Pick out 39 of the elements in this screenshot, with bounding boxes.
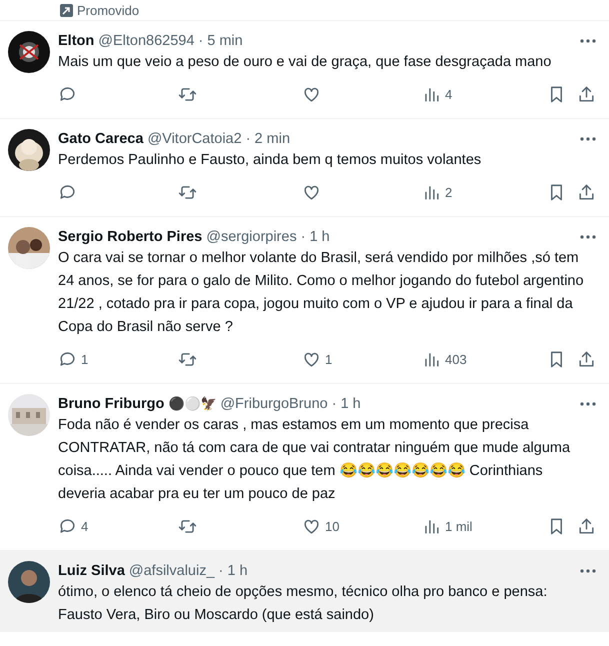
- author-name[interactable]: Bruno Friburgo: [58, 394, 164, 414]
- reply-icon[interactable]: [58, 84, 77, 104]
- author-handle[interactable]: @FriburgoBruno: [220, 394, 328, 414]
- reply-icon[interactable]: [58, 350, 77, 368]
- author-name[interactable]: Gato Careca: [58, 129, 144, 149]
- post-time[interactable]: · 2 min: [246, 129, 290, 149]
- like-count: 10: [325, 518, 340, 534]
- author-handle[interactable]: @sergiorpires: [206, 227, 297, 247]
- reply-count: 4: [81, 518, 88, 534]
- tweet-text: Foda não é vender os caras , mas estamos em um momento que precisa CONTRATAR, não tá com cara de que vai contratar ninguém que mude alguma coisa..... Ainda vai vender o pouco que tem 😂😂😂😂😂😂😂 Corinthians deveria acabar pra eu ter um pouco de paz: [58, 416, 572, 504]
- author-name[interactable]: Luiz Silva: [58, 561, 125, 581]
- share-icon[interactable]: [577, 84, 596, 104]
- name-emoji: ⚫⚪🦅: [168, 395, 216, 413]
- tweet-text: Perdemos Paulinho e Fausto, ainda bem q temos muitos volantes: [58, 151, 482, 170]
- tweet-text: Mais um que veio a peso de ouro e vai de graça, que fase desgraçada mano: [58, 53, 552, 72]
- tweet-text: O cara vai se tornar o melhor volante do Brasil, será vendido por milhões ,só tem 24 anos, se for para o galo de Milito. Como o melhor jogando do futebol argentino 21/22 , cotado pra ir para copa, jogou muito com o VP e ajudou ir para a final da Copa do Brasil não serve ?: [58, 249, 585, 337]
- view-count: 1 mil: [445, 518, 472, 534]
- share-icon[interactable]: [577, 516, 596, 536]
- author-handle[interactable]: @Elton862594: [98, 31, 194, 51]
- like-count: 1: [325, 352, 332, 366]
- post-time[interactable]: · 1 h: [300, 227, 330, 247]
- author-handle[interactable]: @afsilvaluiz_: [128, 561, 215, 581]
- share-icon[interactable]: [577, 350, 596, 368]
- reply-icon[interactable]: [58, 516, 77, 536]
- view-count: 403: [445, 352, 467, 366]
- post-time[interactable]: · 1 h: [332, 394, 361, 414]
- post-time[interactable]: · 5 min: [198, 31, 243, 51]
- view-count: 2: [445, 184, 452, 200]
- reply-count: 1: [81, 352, 88, 366]
- share-icon[interactable]: [577, 182, 596, 202]
- author-handle[interactable]: @VitorCatoia2: [147, 129, 242, 149]
- promoted-icon: [60, 4, 73, 16]
- author-name[interactable]: Elton: [58, 31, 94, 51]
- promoted-label: Promovido: [77, 2, 140, 18]
- view-count: 4: [445, 86, 452, 102]
- author-name[interactable]: Sergio Roberto Pires: [58, 227, 202, 247]
- post-time[interactable]: · 1 h: [218, 561, 248, 581]
- reply-icon[interactable]: [58, 182, 77, 202]
- tweet-text: ótimo, o elenco tá cheio de opções mesmo, técnico olha pro banco e pensa: Fausto Vera, Biro ou Moscardo (que está saindo): [58, 583, 548, 625]
